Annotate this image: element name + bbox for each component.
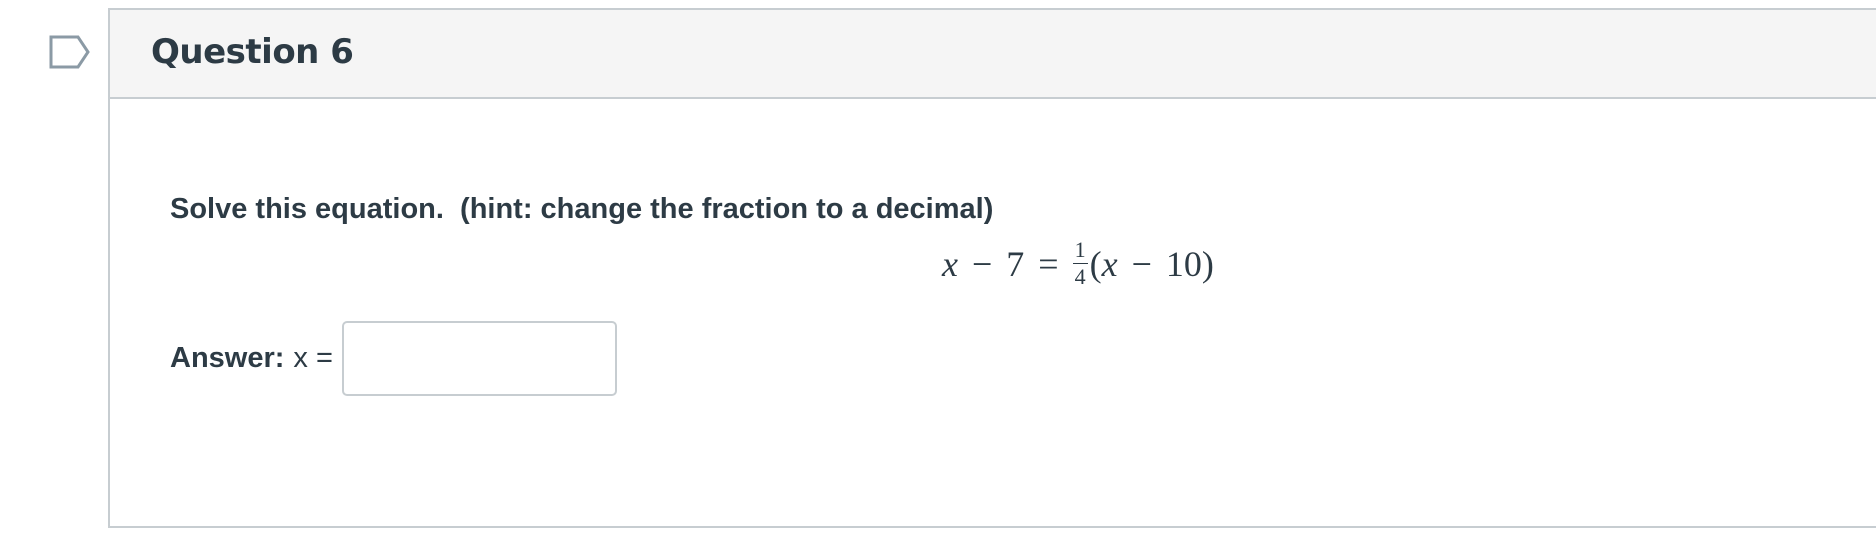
fraction-denominator: 4 <box>1074 264 1086 289</box>
equation-equals: = <box>1038 243 1059 284</box>
answer-row: Answer: x = <box>170 321 617 396</box>
answer-variable-label: x = <box>293 342 333 374</box>
equation-lhs-variable: x <box>942 243 958 284</box>
question-prompt: Solve this equation. (hint: change the f… <box>170 193 994 225</box>
equation-rhs-minus: − <box>1131 243 1152 284</box>
equation-fraction: 1 4 <box>1072 237 1088 289</box>
equation-rhs-constant: 10 <box>1165 243 1202 284</box>
question-card: Question 6 Solve this equation. (hint: c… <box>108 8 1876 528</box>
fraction-numerator: 1 <box>1072 237 1088 264</box>
answer-label: Answer: <box>170 342 285 374</box>
equation-lhs-constant: 7 <box>1006 243 1025 284</box>
answer-input[interactable] <box>341 321 617 396</box>
equation-rhs-variable: x <box>1101 243 1118 284</box>
question-title: Question 6 <box>151 32 354 72</box>
equation: x − 7 = 1 4 ( x − 10 ) <box>942 239 1262 288</box>
question-header: Question 6 <box>110 10 1876 99</box>
equation-close-paren: ) <box>1201 243 1214 284</box>
flag-question-icon[interactable] <box>48 34 92 70</box>
equation-minus: − <box>971 243 993 284</box>
equation-open-paren: ( <box>1089 243 1102 284</box>
